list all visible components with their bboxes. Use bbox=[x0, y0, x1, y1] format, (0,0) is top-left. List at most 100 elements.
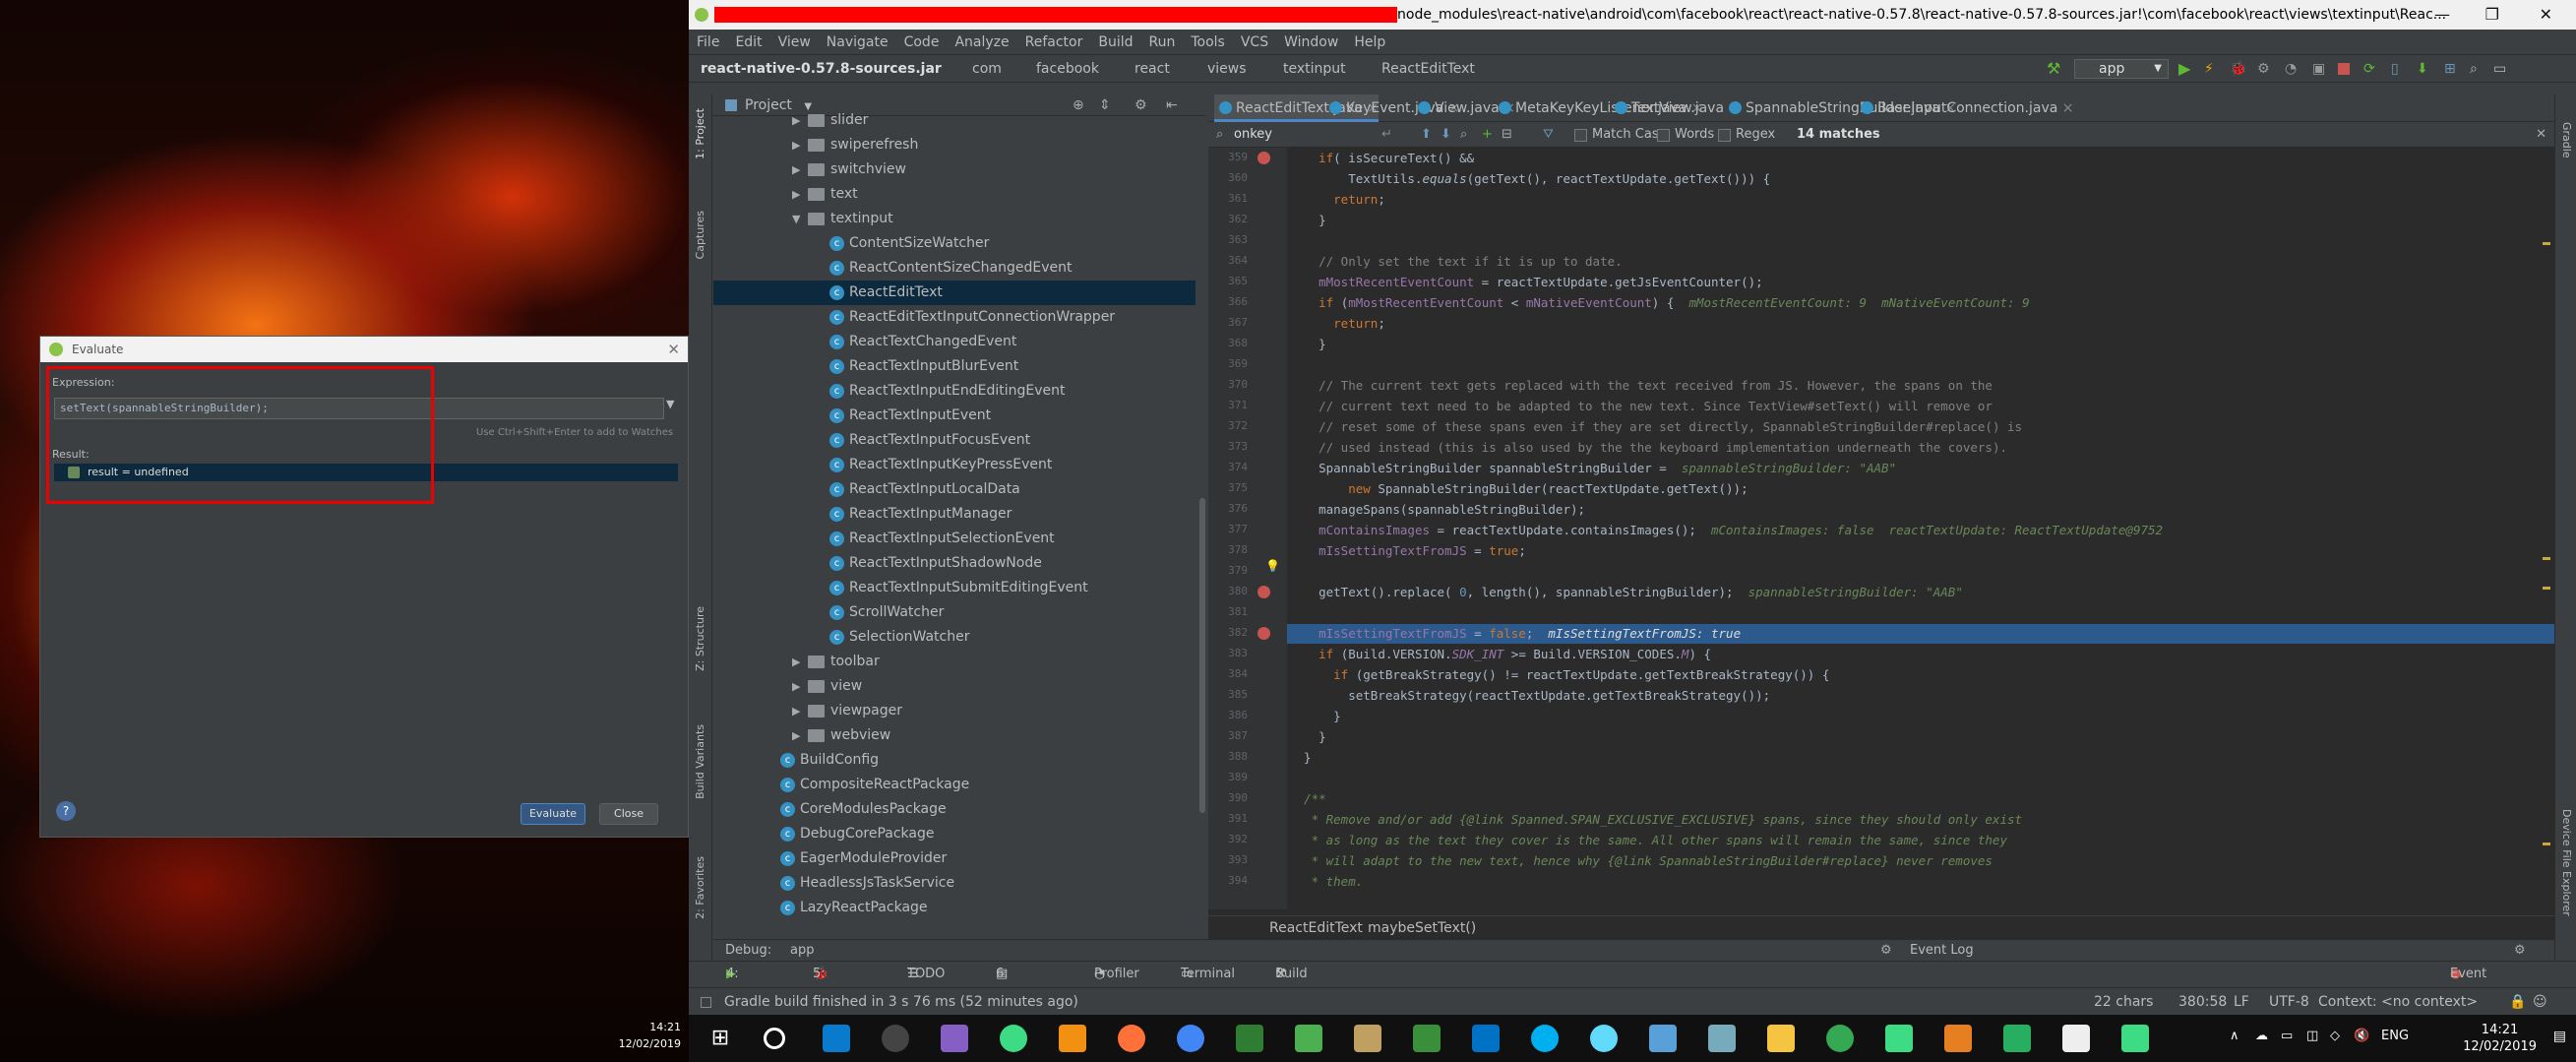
match-case-checkbox[interactable] bbox=[1574, 129, 1587, 142]
breadcrumb-facebook[interactable]: facebook bbox=[1036, 55, 1099, 83]
status-context[interactable]: Context: <no context> bbox=[2318, 988, 2478, 1016]
status-position[interactable]: 380:58 bbox=[2178, 988, 2227, 1016]
outlook-icon[interactable] bbox=[1472, 1025, 1500, 1052]
clear-search-icon[interactable]: ↵ bbox=[1381, 122, 1392, 148]
tree-item[interactable]: c ContentSizeWatcher bbox=[713, 231, 1196, 256]
code-line[interactable]: mIsSettingTextFromJS = false; mIsSetting… bbox=[1289, 626, 1741, 641]
debug-icon[interactable]: 🐞 bbox=[2230, 55, 2246, 83]
add-occurrence-icon[interactable]: + bbox=[1482, 122, 1493, 148]
breadcrumb-com[interactable]: com bbox=[972, 55, 1002, 83]
tree-item[interactable]: ▶ toolbar bbox=[713, 650, 1196, 674]
maximize-button[interactable]: ❐ bbox=[2485, 0, 2499, 30]
device-icon[interactable]: ▭ bbox=[2493, 55, 2506, 83]
firefox-icon[interactable] bbox=[1118, 1025, 1145, 1052]
tree-item[interactable]: c CoreModulesPackage bbox=[713, 797, 1196, 822]
menu-help[interactable]: Help bbox=[1346, 30, 1393, 55]
language-indicator[interactable]: ENG bbox=[2381, 1029, 2409, 1043]
tab-gradle[interactable]: Gradle bbox=[2560, 122, 2573, 158]
menu-run[interactable]: Run bbox=[1141, 30, 1184, 55]
code-line[interactable]: } bbox=[1289, 709, 1341, 723]
github-icon[interactable] bbox=[882, 1025, 909, 1052]
vscode-icon[interactable] bbox=[823, 1025, 850, 1052]
tree-item[interactable]: c ReactTextInputKeyPressEvent bbox=[713, 453, 1196, 477]
tree-item[interactable]: c ReactTextInputSelectionEvent bbox=[713, 527, 1196, 551]
code-line[interactable]: // Only set the text if it is up to date… bbox=[1289, 254, 1623, 269]
tree-item[interactable]: c SelectionWatcher bbox=[713, 625, 1196, 650]
code-line[interactable]: if( isSecureText() && bbox=[1289, 151, 1474, 165]
network-icon[interactable]: ◫ bbox=[2306, 1029, 2318, 1043]
tree-item[interactable]: c ReactTextInputLocalData bbox=[713, 477, 1196, 502]
code-line[interactable]: } bbox=[1289, 337, 1326, 351]
breadcrumb-react[interactable]: react bbox=[1135, 55, 1170, 83]
select-all-icon[interactable]: ⊟ bbox=[1502, 122, 1512, 148]
tree-item[interactable]: c LazyReactPackage bbox=[713, 896, 1196, 920]
next-match-icon[interactable]: ⬇ bbox=[1441, 122, 1451, 148]
chevron-right-icon[interactable]: ▶ bbox=[792, 182, 808, 207]
code-line[interactable]: // current text need to be adapted to th… bbox=[1289, 399, 1993, 413]
sync-gradle-icon[interactable]: ⟳ bbox=[2363, 55, 2375, 83]
evaluate-button[interactable]: Evaluate bbox=[521, 803, 585, 825]
android-studio-taskbar-icon[interactable] bbox=[1000, 1025, 1027, 1052]
close-icon[interactable]: ✕ bbox=[667, 337, 680, 362]
stop-icon[interactable] bbox=[2338, 63, 2350, 75]
app-icon[interactable] bbox=[2121, 1025, 2149, 1052]
tab-file[interactable]: BaseInputConnection.java × bbox=[1856, 94, 2074, 122]
tree-item[interactable]: c ReactTextInputManager bbox=[713, 502, 1196, 527]
chevron-right-icon[interactable]: ▶ bbox=[792, 133, 808, 157]
code-line[interactable]: manageSpans(spannableStringBuilder); bbox=[1289, 502, 1585, 517]
code-line[interactable]: if (Build.VERSION.SDK_INT >= Build.VERSI… bbox=[1289, 647, 1711, 661]
tray-chevron-icon[interactable]: ∧ bbox=[2230, 1029, 2239, 1043]
tab-file[interactable]: TextView.java × bbox=[1610, 94, 1740, 122]
menu-window[interactable]: Window bbox=[1276, 30, 1346, 55]
react-icon[interactable] bbox=[1590, 1025, 1618, 1052]
close-tab-icon[interactable]: × bbox=[2057, 100, 2074, 116]
regex-checkbox[interactable] bbox=[1718, 129, 1731, 142]
code-line[interactable]: // used instead (this is also used by th… bbox=[1289, 440, 2007, 455]
tree-item[interactable]: c ReactEditText bbox=[713, 281, 1196, 305]
window-close-button[interactable]: ✕ bbox=[2540, 0, 2552, 30]
menu-vcs[interactable]: VCS bbox=[1233, 30, 1276, 55]
tree-item[interactable]: ▶ swiperefresh bbox=[713, 133, 1196, 157]
app-icon[interactable] bbox=[1944, 1025, 1972, 1052]
chevron-right-icon[interactable]: ▶ bbox=[792, 157, 808, 182]
tree-item[interactable]: c CompositeReactPackage bbox=[713, 773, 1196, 797]
tree-item[interactable]: c EagerModuleProvider bbox=[713, 846, 1196, 871]
hammer-icon[interactable]: ⚒ bbox=[2047, 59, 2066, 79]
minimize-button[interactable]: — bbox=[2434, 0, 2450, 30]
find-all-icon[interactable]: ⌕ bbox=[1460, 122, 1467, 148]
code-line[interactable]: // The current text gets replaced with t… bbox=[1289, 378, 1993, 393]
tree-item[interactable]: ▶ slider bbox=[713, 108, 1196, 133]
start-icon[interactable]: ⊞ bbox=[706, 1025, 734, 1052]
chevron-down-icon[interactable]: ▼ bbox=[792, 207, 808, 231]
app-icon[interactable] bbox=[1354, 1025, 1381, 1052]
history-dropdown-icon[interactable]: ▼ bbox=[666, 398, 674, 410]
status-line-separator[interactable]: LF bbox=[2234, 988, 2249, 1016]
breadcrumb-jar[interactable]: react-native-0.57.8-sources.jar bbox=[701, 55, 942, 83]
code-line[interactable]: } bbox=[1289, 750, 1312, 765]
tree-item[interactable]: c DebugCorePackage bbox=[713, 822, 1196, 846]
code-line[interactable]: getText().replace( 0, length(), spannabl… bbox=[1289, 585, 1963, 599]
tree-item[interactable]: c ReactTextInputShadowNode bbox=[713, 551, 1196, 576]
code-line[interactable]: mContainsImages = reactTextUpdate.contai… bbox=[1289, 523, 2163, 537]
code-line[interactable]: new SpannableStringBuilder(reactTextUpda… bbox=[1289, 481, 1748, 496]
tree-item[interactable]: c BuildConfig bbox=[713, 748, 1196, 773]
code-line[interactable]: if (getBreakStrategy() != reactTextUpdat… bbox=[1289, 667, 1829, 682]
dropbox-icon[interactable]: ◇ bbox=[2330, 1029, 2340, 1043]
tree-item[interactable]: c ScrollWatcher bbox=[713, 600, 1196, 625]
code-line[interactable]: * will adapt to the new text, hence why … bbox=[1289, 853, 1993, 868]
code-line[interactable]: * them. bbox=[1289, 874, 1364, 889]
tree-item[interactable]: c ReactTextInputBlurEvent bbox=[713, 354, 1196, 379]
tree-item[interactable]: c ReactEditTextInputConnectionWrapper bbox=[713, 305, 1196, 330]
tree-item[interactable]: c ReactTextInputSubmitEditingEvent bbox=[713, 576, 1196, 600]
error-stripe[interactable] bbox=[2543, 154, 2550, 902]
status-encoding[interactable]: UTF-8 bbox=[2269, 988, 2309, 1016]
tree-item[interactable]: ▶ viewpager bbox=[713, 699, 1196, 723]
gear-icon[interactable]: ⚙ bbox=[1880, 940, 1892, 962]
code-line[interactable]: } bbox=[1289, 213, 1326, 227]
debug-app-tab[interactable]: app bbox=[790, 940, 814, 962]
battery-icon[interactable]: ▭ bbox=[2281, 1029, 2293, 1043]
tree-item[interactable]: ▼ textinput bbox=[713, 207, 1196, 231]
close-search-icon[interactable]: ✕ bbox=[2536, 122, 2546, 148]
avd-manager-icon[interactable]: ▯ bbox=[2391, 55, 2399, 83]
tree-item[interactable]: c ReactTextChangedEvent bbox=[713, 330, 1196, 354]
